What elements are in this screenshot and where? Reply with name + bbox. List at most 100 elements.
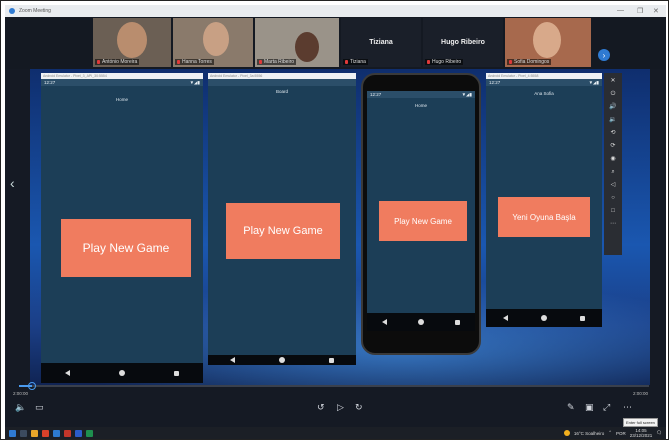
task-view-icon[interactable] [20,429,27,437]
status-bar [208,79,356,86]
subtitles-icon[interactable]: ▭ [35,402,44,413]
previous-page-chevron-icon[interactable]: ‹ [10,175,15,191]
home-icon[interactable] [118,370,125,376]
zoom-taskbar-icon[interactable] [75,429,82,437]
participant-video [295,32,319,62]
window-close-icon[interactable]: ✕ [610,77,615,86]
next-participants-button[interactable]: › [598,49,610,61]
title-bar: Zoom Meeting — ❐ ✕ [5,5,666,17]
tooltip: Enter full screen [623,418,658,427]
emulator-window: Android Emulator - Pixel_3_API_30:5554 1… [41,73,203,383]
android-nav-bar [367,313,475,331]
participant-tile[interactable]: Hugo Ribeiro Hugo Ribeiro [423,18,503,67]
participant-tile[interactable]: Tiziana Tiziana [341,18,421,67]
participant-tile[interactable]: Hanna Torres [173,18,253,67]
muted-mic-icon [97,60,100,64]
participant-tile[interactable]: António Moreira [93,18,171,67]
rewind-icon[interactable]: ↺ [317,402,325,413]
back-icon[interactable] [65,370,71,376]
status-bar: 12:27 ▼◢▮ [367,91,475,98]
rotate-right-icon[interactable]: ⟳ [610,142,615,151]
recent-apps-icon[interactable] [580,315,586,321]
fullscreen-icon[interactable]: ⤢ [603,402,610,413]
clock[interactable]: 14:05 23/12/2021 [630,428,653,438]
status-time: 12:27 [44,80,56,85]
status-bar: 12:27 ▼◢▮ [486,79,602,86]
participant-video [117,22,147,58]
emulator-window: Android Emulator - Pixel_3a:5556 Board P… [208,73,356,365]
rotate-left-icon[interactable]: ⟲ [610,129,615,138]
participant-name-label: António Moreira [95,59,140,65]
participant-name-label: Hugo Ribeiro [425,59,464,65]
forward-icon[interactable]: ↻ [355,402,363,413]
zoom-icon[interactable]: ⌕ [611,168,614,177]
maximize-button[interactable]: ❐ [637,7,643,15]
camera-icon[interactable]: ◉ [610,155,615,164]
volume-down-icon[interactable]: 🔉 [609,116,616,125]
excel-icon[interactable] [86,429,93,437]
back-icon[interactable] [502,315,508,321]
language-indicator[interactable]: POR [616,431,626,436]
home-icon[interactable] [540,315,547,321]
signal-icon: ▼◢▮ [189,79,200,85]
office-icon[interactable] [64,429,71,437]
progress-knob[interactable] [28,382,36,390]
progress-bar[interactable] [19,382,649,390]
signal-icon: ▼◢▮ [461,91,472,97]
muted-mic-icon [345,60,348,64]
status-time: 12:27 [370,92,382,97]
muted-mic-icon [509,60,512,64]
participant-video [533,22,561,58]
system-tray: 16°C Soalheiro ⌃ POR 14:05 23/12/2021 🗨 [563,427,662,439]
participant-tile[interactable]: Sofia Domingos [505,18,591,67]
back-icon[interactable]: ◁ [611,181,616,190]
start-windows-icon[interactable] [9,429,16,437]
edge-icon[interactable] [53,429,60,437]
miniplayer-icon[interactable]: ▣ [585,402,594,413]
participant-strip: António Moreira Hanna Torres Marta Ribei… [5,17,666,69]
play-new-game-button[interactable]: Play New Game [61,219,191,277]
home-icon[interactable] [417,319,424,325]
participant-name-label: Tiziana [343,59,368,65]
play-new-game-button[interactable]: Play New Game [226,203,340,259]
weather-text[interactable]: 16°C Soalheiro [574,431,604,436]
more-options-icon[interactable]: ⋯ [623,402,632,413]
file-explorer-icon[interactable] [31,429,38,437]
more-icon[interactable]: ⋯ [610,220,616,229]
android-nav-bar [208,355,356,365]
home-icon[interactable]: ○ [611,194,615,203]
volume-up-icon[interactable]: 🔊 [609,103,616,112]
weather-sun-icon [563,430,570,436]
participant-display-name: Hugo Ribeiro [441,39,485,46]
play-icon[interactable]: ▷ [337,402,344,413]
zoom-app-icon [9,8,15,14]
participant-name-label: Marta Ribeiro [257,59,297,65]
overview-icon[interactable]: □ [611,207,615,216]
edit-pencil-icon[interactable]: ✎ [567,402,575,413]
participant-name-label: Hanna Torres [175,59,214,65]
android-nav-bar [41,363,203,383]
home-icon[interactable] [279,357,285,363]
recent-apps-icon[interactable] [454,319,460,325]
play-new-game-button[interactable]: Yeni Oyuna Başla [498,197,590,237]
play-new-game-button[interactable]: Play New Game [379,201,467,241]
power-icon[interactable]: ⏻ [611,90,616,99]
recent-apps-icon[interactable] [329,357,334,363]
volume-icon[interactable]: 🔈 [15,402,26,413]
participant-tile[interactable]: Marta Ribeiro [255,18,339,67]
close-button[interactable]: ✕ [653,7,659,15]
page-title: Ana Sofia [534,91,554,96]
tray-chevron-icon[interactable]: ⌃ [608,430,612,436]
recent-apps-icon[interactable] [173,370,179,376]
muted-mic-icon [259,60,262,64]
meeting-window: Zoom Meeting — ❐ ✕ António Moreira Hanna… [5,5,666,427]
back-icon[interactable] [230,357,235,363]
player-controls: 2:00:00 2:00:00 🔈 ▭ ↺ ▷ ↻ ✎ ▣ ⤢ ⋯ Enter … [5,382,666,427]
minimize-button[interactable]: — [617,7,624,14]
participant-name-label: Sofia Domingos [507,59,552,65]
notifications-icon[interactable]: 🗨 [656,430,662,436]
emulator-toolbar: ✕ ⏻ 🔊 🔉 ⟲ ⟳ ◉ ⌕ ◁ ○ □ ⋯ [604,73,622,255]
screenshot-frame: Zoom Meeting — ❐ ✕ António Moreira Hanna… [0,0,669,440]
chrome-icon[interactable] [42,429,49,437]
back-icon[interactable] [382,319,388,325]
